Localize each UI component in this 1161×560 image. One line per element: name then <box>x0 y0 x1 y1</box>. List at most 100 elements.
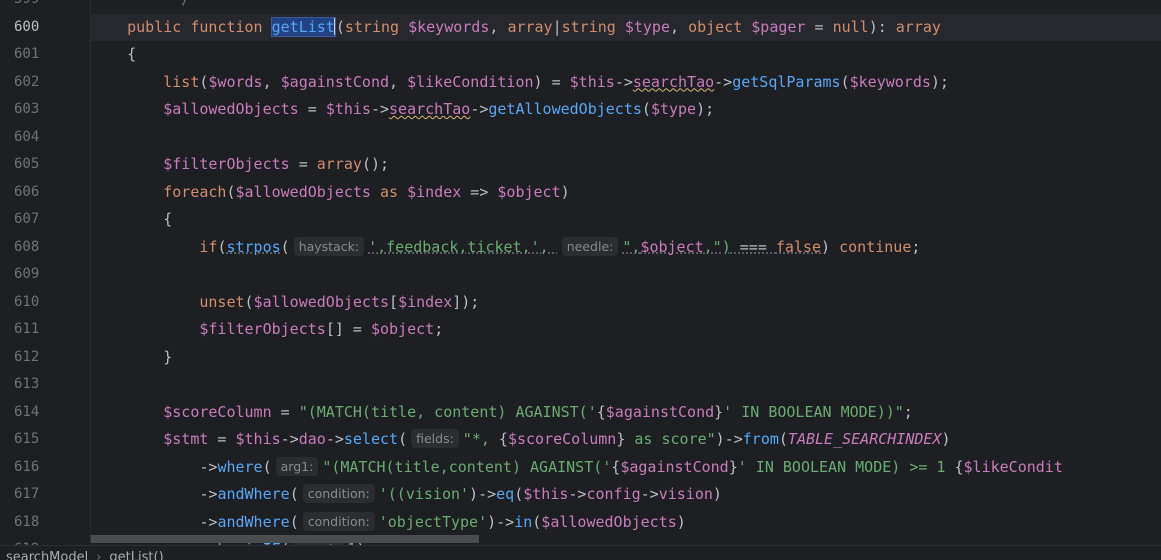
code-token: config <box>586 485 641 503</box>
code-token: -> <box>714 72 733 91</box>
code-token: $type <box>624 17 670 36</box>
line-number[interactable]: 602 <box>0 69 90 97</box>
code-token: { <box>596 402 606 421</box>
line-number[interactable]: 612 <box>0 344 90 372</box>
code-token: $scoreColumn <box>163 402 272 421</box>
code-token: -> <box>370 100 390 118</box>
line-number[interactable]: 606 <box>0 179 90 207</box>
line-number-gutter[interactable]: 5996006016026036046056066076086096106116… <box>0 0 91 545</box>
code-token: TABLE_SEARCHINDEX <box>787 430 942 448</box>
line-number[interactable]: 601 <box>0 41 90 69</box>
code-token: in <box>514 512 533 531</box>
code-line[interactable]: list ($words, $againstCond, $likeConditio… <box>91 69 1161 97</box>
code-token: vision <box>658 485 713 503</box>
code-token: => <box>461 182 498 201</box>
line-number[interactable]: 619 <box>0 536 90 545</box>
line-number[interactable]: 618 <box>0 509 90 537</box>
breadcrumb-method[interactable]: getList() <box>109 550 163 560</box>
code-line[interactable]: { <box>91 41 1161 69</box>
code-token: ( <box>641 100 651 118</box>
code-token: $allowedObjects <box>235 182 371 201</box>
code-token: ) <box>676 512 686 531</box>
code-token: ' IN BOOLEAN MODE) >= 1 <box>737 457 955 476</box>
code-token: ): <box>868 17 896 36</box>
line-number[interactable]: 614 <box>0 399 90 427</box>
line-number[interactable]: 616 <box>0 454 90 482</box>
code-token: [] = <box>325 320 371 338</box>
code-token: ; <box>434 320 444 338</box>
code-token: ", <box>622 237 641 256</box>
code-line[interactable]: $filterObjects = array(); <box>91 151 1161 179</box>
code-token: ; <box>911 237 921 256</box>
line-number[interactable]: 608 <box>0 234 90 262</box>
code-token: , <box>262 72 281 91</box>
code-line[interactable] <box>91 371 1161 399</box>
horizontal-scrollbar-thumb[interactable] <box>91 535 479 543</box>
line-number[interactable]: 600 <box>0 14 90 42</box>
line-number[interactable]: 610 <box>0 289 90 317</box>
code-token: } <box>91 347 173 366</box>
code-token: )-> <box>469 485 497 503</box>
code-token: ( <box>532 512 542 531</box>
code-line[interactable] <box>91 124 1161 152</box>
code-line[interactable] <box>91 261 1161 289</box>
code-token: | <box>552 17 562 36</box>
code-editor[interactable]: 5996006016026036046056066076086096106116… <box>0 0 1161 545</box>
code-token: ) <box>712 485 722 503</box>
code-line[interactable]: public function getList(string $keywords… <box>91 13 1161 41</box>
code-token: $stmt <box>163 430 209 448</box>
code-line[interactable]: ->andWhere(condition: '((vision')->eq($th… <box>91 481 1161 509</box>
code-token: $allowedObjects <box>253 292 390 311</box>
code-token: if <box>199 237 218 256</box>
code-token: $object <box>640 237 704 256</box>
code-token: $againstCond <box>620 457 729 476</box>
breadcrumb-class[interactable]: searchModel <box>6 550 88 560</box>
code-token: = <box>208 430 236 448</box>
code-line[interactable]: { <box>91 206 1161 234</box>
code-line[interactable]: $scoreColumn = "(MATCH(title, content) A… <box>91 399 1161 427</box>
code-token: } <box>616 430 626 448</box>
code-token: */ <box>91 0 190 8</box>
line-number[interactable]: 599 <box>0 0 90 14</box>
line-number[interactable]: 604 <box>0 124 90 152</box>
code-token: $words <box>208 72 263 91</box>
code-token: $scoreColumn <box>507 430 617 448</box>
code-token: -> <box>568 485 587 503</box>
code-token: , <box>389 72 408 91</box>
code-line[interactable]: $stmt = $this->dao->select(fields: "*, {$… <box>91 426 1161 454</box>
code-line[interactable]: } <box>91 344 1161 372</box>
line-number[interactable]: 615 <box>0 426 90 454</box>
code-token: $index <box>407 182 462 201</box>
code-token: null <box>832 17 869 36</box>
line-number[interactable]: 607 <box>0 206 90 234</box>
line-number[interactable]: 613 <box>0 371 90 399</box>
code-token: getSqlParams <box>732 72 841 91</box>
code-line[interactable]: $filterObjects[] = $object; <box>91 316 1161 344</box>
code-line[interactable]: ->andWhere(condition:'objectType')->in($… <box>91 509 1161 537</box>
line-number[interactable]: 609 <box>0 261 90 289</box>
line-number[interactable]: 605 <box>0 151 90 179</box>
code-token: $likeCondition <box>407 72 534 91</box>
code-token: object <box>688 17 743 36</box>
code-token: $allowedObjects <box>541 512 677 531</box>
code-token: === <box>730 237 776 256</box>
code-area[interactable]: */ public function getList(string $keywo… <box>91 0 1161 545</box>
code-token: $againstCond <box>605 402 715 421</box>
code-line[interactable]: */ <box>91 0 1161 14</box>
code-line[interactable]: ->where(arg1: "(MATCH(title,content) AGAI… <box>91 454 1161 482</box>
line-number[interactable]: 603 <box>0 96 90 124</box>
code-line[interactable]: foreach($allowedObjects as $index => $ob… <box>91 179 1161 207</box>
line-number[interactable]: 611 <box>0 316 90 344</box>
code-token: { <box>91 210 173 228</box>
code-line[interactable]: if(strpos(haystack: ',feedback,ticket,', … <box>91 234 1161 262</box>
code-token: ( <box>280 237 290 256</box>
code-line[interactable]: $allowedObjects = $this->searchTao->getA… <box>91 96 1161 124</box>
code-line[interactable]: unset($allowedObjects[$index]); <box>91 289 1161 317</box>
code-token: $this <box>325 100 371 118</box>
line-number[interactable]: 617 <box>0 481 90 509</box>
code-token: ( <box>514 485 524 503</box>
